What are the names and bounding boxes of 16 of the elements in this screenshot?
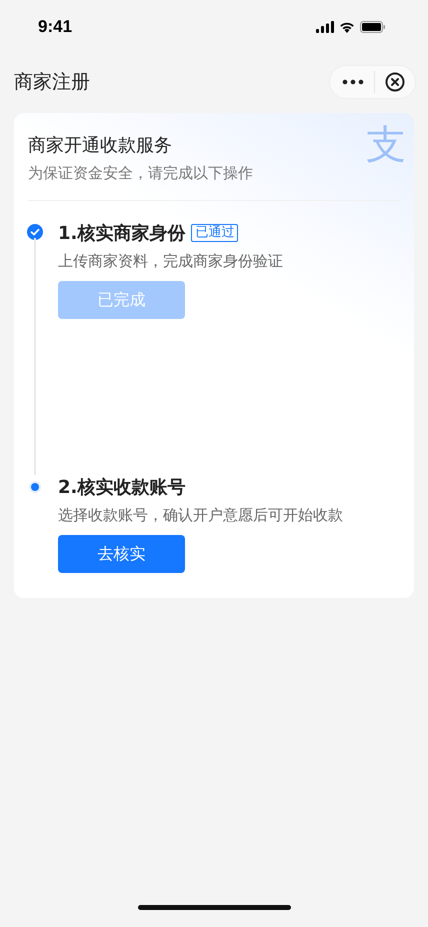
page-title: 商家注册 xyxy=(14,70,90,95)
close-icon[interactable] xyxy=(385,72,405,92)
wifi-icon xyxy=(339,21,355,33)
step-title: 1.核实商家身份 xyxy=(58,222,186,245)
signal-icon xyxy=(316,21,334,33)
verify-button[interactable]: 去核实 xyxy=(58,535,185,573)
step-description: 上传商家资料，完成商家身份验证 xyxy=(58,252,284,271)
step-title: 2.核实收款账号 xyxy=(58,476,186,499)
card-title: 商家开通收款服务 xyxy=(28,134,172,157)
status-badge: 已通过 xyxy=(191,224,238,242)
status-time: 9:41 xyxy=(38,17,72,37)
step-description: 选择收款账号，确认开户意愿后可开始收款 xyxy=(58,506,344,525)
more-icon[interactable] xyxy=(342,79,364,85)
battery-icon xyxy=(360,21,386,33)
card-subtitle: 为保证资金安全，请完成以下操作 xyxy=(28,164,253,183)
logo-glyph: 支 xyxy=(366,121,406,169)
